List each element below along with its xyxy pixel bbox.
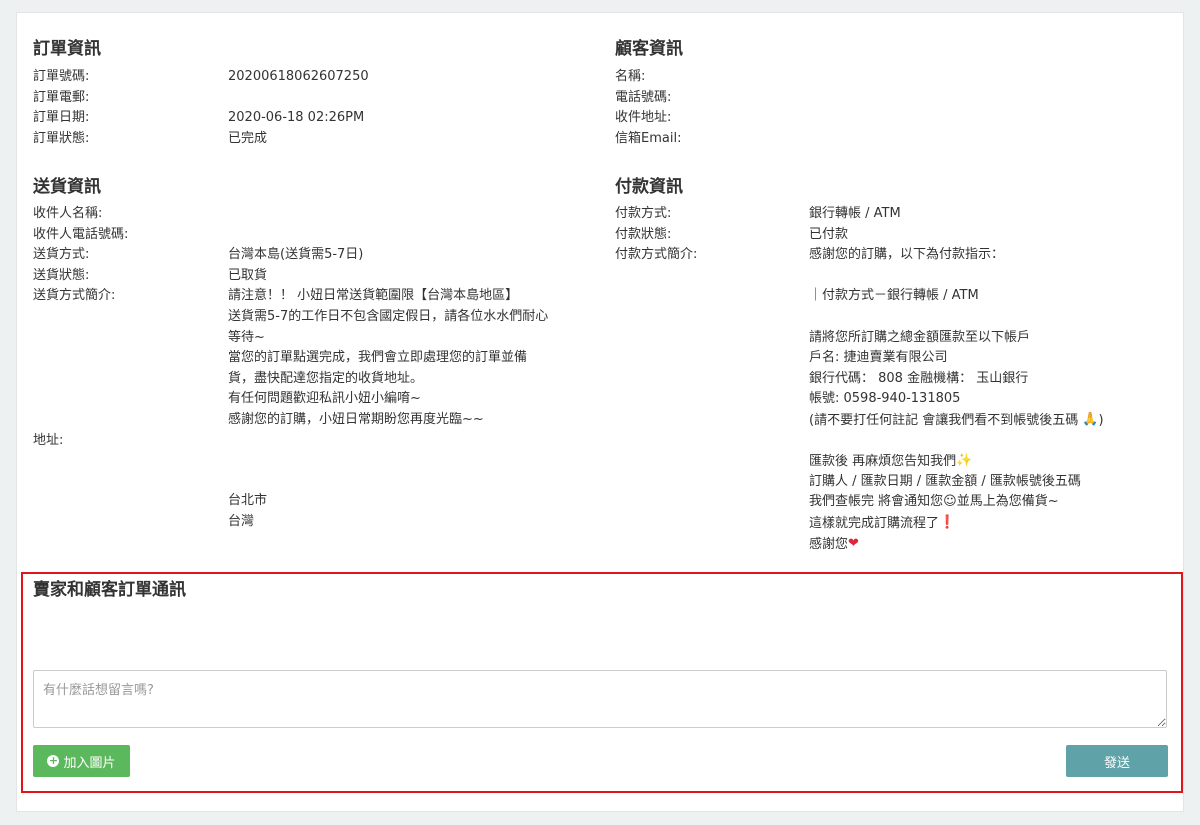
shipping-status-label: 送貨狀態: [33, 267, 90, 283]
address-label: 地址: [33, 432, 64, 448]
heart-icon: ❤ [848, 535, 859, 551]
customer-name-label: 名稱: [615, 69, 646, 84]
recipient-name-label: 收件人名稱: [33, 206, 103, 221]
shipping-intro-line: 感謝您的訂購，小妞日常期盼您再度光臨~~ [228, 411, 484, 427]
payment-method-label: 付款方式: [615, 206, 672, 221]
payment-check-line: 我們查帳完 將會通知您☺並馬上為您備貨~ [809, 494, 1059, 510]
order-info-section: 訂單資訊 訂單號碼: 20200618062607250 訂單電郵: 訂單日期:… [33, 37, 593, 149]
payment-status-label: 付款狀態: [615, 226, 672, 242]
address-country: 台灣 [228, 513, 255, 529]
payment-thanks-line: 感謝您❤ [809, 534, 1104, 555]
address-row: 地址: [33, 431, 593, 452]
order-email-label: 訂單電郵: [33, 89, 90, 105]
send-button[interactable]: 發送 [1066, 745, 1168, 777]
add-image-button[interactable]: + 加入圖片 [33, 745, 130, 777]
payment-done-line: 這樣就完成訂購流程了❗ [809, 513, 1104, 534]
shipping-intro-line: 請注意！！ 小妞日常送貨範圍限【台灣本島地區】 [228, 288, 519, 304]
customer-address-row: 收件地址: [615, 108, 1155, 129]
payment-account-line: 帳號: 0598-940-131805 [809, 391, 961, 407]
order-info-title: 訂單資訊 [33, 39, 101, 59]
shipping-status-row: 送貨狀態: 已取貨 [33, 266, 593, 287]
recipient-name-row: 收件人名稱: [33, 204, 593, 225]
customer-address-label: 收件地址: [615, 110, 672, 126]
payment-intro-label: 付款方式簡介: [615, 247, 698, 263]
order-date-label: 訂單日期: [33, 110, 90, 126]
shipping-method-label: 送貨方式: [33, 247, 90, 263]
communication-title: 賣家和顧客訂單通訊 [33, 580, 186, 600]
payment-method-value: 銀行轉帳 / ATM [809, 206, 901, 221]
order-status-row: 訂單狀態: 已完成 [33, 129, 593, 150]
shipping-status-value: 已取貨 [228, 267, 268, 283]
address-value: 台北市 台灣 [228, 491, 267, 532]
recipient-phone-row: 收件人電話號碼: [33, 225, 593, 246]
payment-after-line: 匯款後 再麻煩您告知我們✨ [809, 451, 1104, 472]
customer-name-row: 名稱: [615, 67, 1155, 88]
shipping-method-row: 送貨方式: 台灣本島(送貨需5-7日) [33, 245, 593, 266]
order-date-row: 訂單日期: 2020-06-18 02:26PM [33, 108, 593, 129]
customer-info-section: 顧客資訊 名稱: 電話號碼: 收件地址: 信箱Email: [615, 37, 1155, 149]
payment-intro-row: 付款方式簡介: 感謝您的訂購，以下為付款指示： ｜付款方式－銀行轉帳 / ATM… [615, 245, 1175, 551]
payment-status-value: 已付款 [809, 226, 849, 242]
payment-note-line: (請不要打任何註記 會讓我們看不到帳號後五碼 🙏) [809, 410, 1104, 431]
order-communication-panel: 賣家和顧客訂單通訊 + 加入圖片 發送 [21, 572, 1183, 793]
shipping-intro-line: 當您的訂單點選完成，我們會立即處理您的訂單並備 [228, 350, 528, 366]
order-number-value: 20200618062607250 [228, 69, 369, 84]
exclamation-icon: ❗ [939, 514, 956, 530]
shipping-intro-text: 請注意！！ 小妞日常送貨範圍限【台灣本島地區】 送貨需5-7的工作日不包含國定假… [228, 286, 548, 430]
order-email-row: 訂單電郵: [33, 88, 593, 109]
customer-email-row: 信箱Email: [615, 129, 1155, 150]
shipping-intro-line: 有任何問題歡迎私訊小妞小編唷~ [228, 391, 421, 407]
shipping-method-value: 台灣本島(送貨需5-7日) [228, 247, 364, 263]
customer-phone-label: 電話號碼: [615, 89, 672, 105]
payment-account-line: 戶名: 捷迪賣業有限公司 [809, 350, 948, 366]
customer-email-label: 信箱Email: [615, 130, 682, 146]
add-image-label: 加入圖片 [63, 755, 116, 771]
plus-circle-icon: + [47, 754, 60, 767]
payment-account-line: 銀行代碼： 808 金融機構： 玉山銀行 [809, 370, 1029, 386]
shipping-intro-label: 送貨方式簡介: [33, 288, 116, 304]
payment-intro-line: 感謝您的訂購，以下為付款指示： [809, 247, 1005, 263]
sparkle-icon: ✨ [956, 453, 973, 469]
shipping-info-title: 送貨資訊 [33, 177, 101, 197]
payment-intro-text: 感謝您的訂購，以下為付款指示： ｜付款方式－銀行轉帳 / ATM 請將您所訂購之… [809, 245, 1104, 554]
shipping-info-section: 送貨資訊 收件人名稱: 收件人電話號碼: 送貨方式: 台灣本島(送貨需5-7日)… [33, 175, 593, 529]
payment-method-row: 付款方式: 銀行轉帳 / ATM [615, 204, 1175, 225]
payment-info-title: 付款資訊 [615, 177, 683, 197]
payment-method-line: ｜付款方式－銀行轉帳 / ATM [809, 288, 979, 304]
recipient-phone-label: 收件人電話號碼: [33, 226, 129, 242]
message-input[interactable] [33, 670, 1167, 728]
payment-account-line: 請將您所訂購之總金額匯款至以下帳戶 [809, 329, 1031, 345]
order-number-row: 訂單號碼: 20200618062607250 [33, 67, 593, 88]
payment-info-section: 付款資訊 付款方式: 銀行轉帳 / ATM 付款狀態: 已付款 付款方式簡介: … [615, 175, 1175, 551]
payment-status-row: 付款狀態: 已付款 [615, 225, 1175, 246]
order-status-label: 訂單狀態: [33, 130, 90, 146]
order-status-value: 已完成 [228, 130, 268, 146]
order-number-label: 訂單號碼: [33, 69, 90, 84]
payment-info-line: 訂購人 / 匯款日期 / 匯款金額 / 匯款帳號後五碼 [809, 473, 1081, 489]
shipping-intro-line: 貨，盡快配達您指定的收貨地址。 [228, 370, 424, 386]
order-date-value: 2020-06-18 02:26PM [228, 110, 365, 126]
address-city: 台北市 [228, 493, 268, 508]
shipping-intro-line: 等待~ [228, 329, 265, 345]
pray-icon: 🙏 [1082, 411, 1099, 427]
shipping-intro-row: 送貨方式簡介: 請注意！！ 小妞日常送貨範圍限【台灣本島地區】 送貨需5-7的工… [33, 286, 593, 451]
customer-phone-row: 電話號碼: [615, 88, 1155, 109]
customer-info-title: 顧客資訊 [615, 39, 683, 59]
shipping-intro-line: 送貨需5-7的工作日不包含國定假日，請各位水水們耐心 [228, 308, 549, 324]
smile-icon: ☺ [943, 494, 957, 510]
